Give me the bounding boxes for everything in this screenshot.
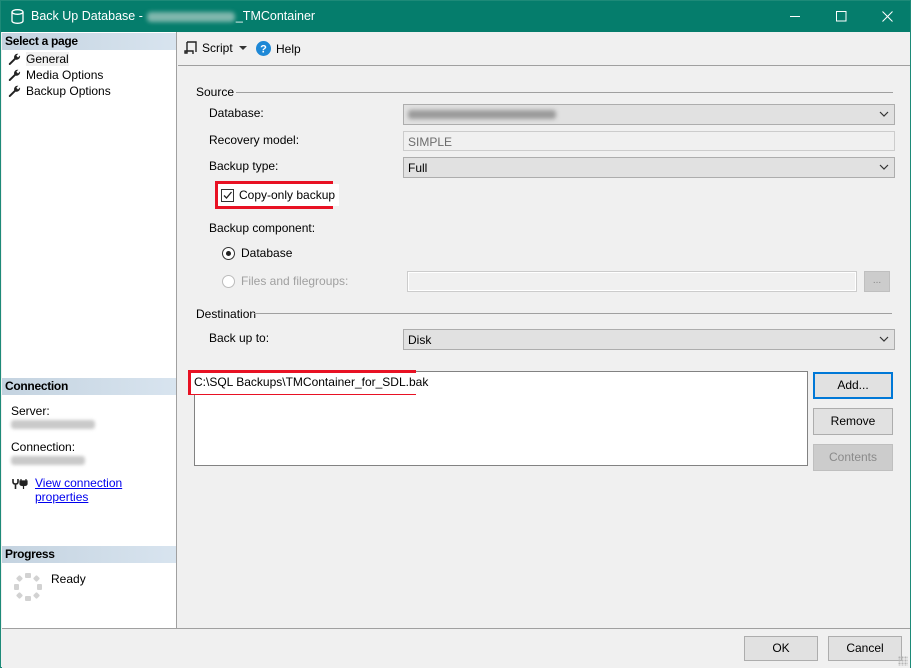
database-value-redacted (408, 110, 556, 119)
filegroups-field (407, 271, 857, 292)
component-database-label: Database (241, 246, 293, 260)
resize-grip-icon[interactable] (898, 656, 908, 666)
backup-type-select[interactable]: Full (403, 157, 895, 178)
chevron-down-icon (879, 336, 889, 342)
title-prefix: Back Up Database - (31, 9, 143, 23)
backup-database-dialog: Back Up Database - _TMContainer Select a … (0, 0, 911, 668)
general-page: Source Database: Recovery model: SIMPLE … (178, 67, 910, 628)
help-button[interactable]: ? Help (256, 41, 301, 56)
window-title: Back Up Database - _TMContainer (31, 9, 315, 23)
backup-type-label: Backup type: (209, 159, 279, 173)
help-icon: ? (256, 41, 271, 56)
close-icon (881, 11, 893, 22)
cancel-button[interactable]: Cancel (828, 636, 902, 661)
contents-button: Contents (813, 444, 893, 471)
sidebar-item-general[interactable]: General (8, 51, 71, 67)
select-page-header: Select a page (2, 33, 176, 50)
backup-type-value: Full (408, 161, 428, 175)
script-button[interactable]: Script (184, 41, 233, 55)
database-select[interactable] (403, 104, 895, 125)
script-icon (184, 41, 197, 54)
sidebar-item-label: Backup Options (26, 84, 111, 98)
server-name-redacted (146, 11, 235, 22)
recovery-model-field: SIMPLE (403, 131, 895, 151)
copy-only-label: Copy-only backup (239, 188, 336, 202)
dialog-footer: OK Cancel (2, 628, 910, 668)
svg-text:?: ? (260, 44, 267, 56)
connection-value-redacted (11, 456, 85, 465)
destination-list-item[interactable]: C:\SQL Backups\TMContainer_for_SDL.bak (191, 373, 432, 394)
minimize-button[interactable] (772, 1, 818, 32)
help-label: Help (276, 41, 301, 56)
database-icon (11, 9, 24, 24)
source-divider (236, 92, 893, 93)
radio-selected-icon[interactable] (222, 246, 235, 260)
wrench-icon (8, 53, 21, 65)
server-label: Server: (11, 404, 50, 418)
connection-properties-icon (12, 479, 28, 489)
checkbox-box[interactable] (221, 188, 234, 202)
back-up-to-select[interactable]: Disk (403, 329, 895, 350)
ok-button[interactable]: OK (744, 636, 818, 661)
title-bar[interactable]: Back Up Database - _TMContainer (1, 1, 910, 32)
script-label: Script (202, 41, 233, 55)
title-suffix: _TMContainer (235, 9, 316, 23)
progress-header: Progress (2, 546, 176, 563)
chevron-down-icon (879, 164, 889, 170)
destination-group-title: Destination (196, 307, 257, 321)
connection-label: Connection: (11, 440, 76, 454)
toolbar: Script ? Help (178, 32, 910, 66)
close-button[interactable] (864, 1, 910, 32)
server-value-redacted (11, 420, 95, 429)
component-files-radio[interactable]: Files and filegroups: (222, 274, 348, 288)
component-files-label: Files and filegroups: (241, 274, 349, 288)
component-database-radio[interactable]: Database (222, 246, 292, 260)
sidebar-item-label: Media Options (26, 68, 104, 82)
maximize-icon (835, 11, 846, 22)
maximize-button[interactable] (818, 1, 864, 32)
copy-only-backup-checkbox[interactable]: Copy-only backup (218, 184, 340, 206)
wrench-icon (8, 69, 21, 81)
progress-status: Ready (51, 572, 86, 586)
progress-spinner-icon (14, 573, 42, 601)
chevron-down-icon (879, 111, 889, 117)
minimize-icon (789, 16, 800, 17)
source-group-title: Source (196, 85, 235, 99)
recovery-model-label: Recovery model: (209, 133, 300, 147)
view-connection-properties-link[interactable]: View connection properties (35, 476, 176, 504)
left-pane: Select a page General Media Options Back… (2, 32, 177, 628)
sidebar-item-label: General (26, 52, 69, 66)
radio-unselected-icon[interactable] (222, 274, 235, 288)
destination-divider (254, 313, 892, 314)
back-up-to-value: Disk (408, 333, 432, 347)
browse-filegroups-button: ... (864, 271, 890, 292)
add-destination-button[interactable]: Add... (813, 372, 893, 399)
remove-destination-button[interactable]: Remove (813, 408, 893, 435)
connection-header: Connection (2, 378, 176, 395)
database-label: Database: (209, 106, 264, 120)
wrench-icon (8, 85, 21, 97)
sidebar-item-media-options[interactable]: Media Options (8, 67, 105, 83)
script-dropdown-arrow-icon[interactable] (239, 46, 247, 50)
backup-component-label: Backup component: (209, 221, 316, 235)
sidebar-item-backup-options[interactable]: Backup Options (8, 83, 113, 99)
back-up-to-label: Back up to: (209, 331, 270, 345)
checkmark-icon (223, 191, 232, 199)
